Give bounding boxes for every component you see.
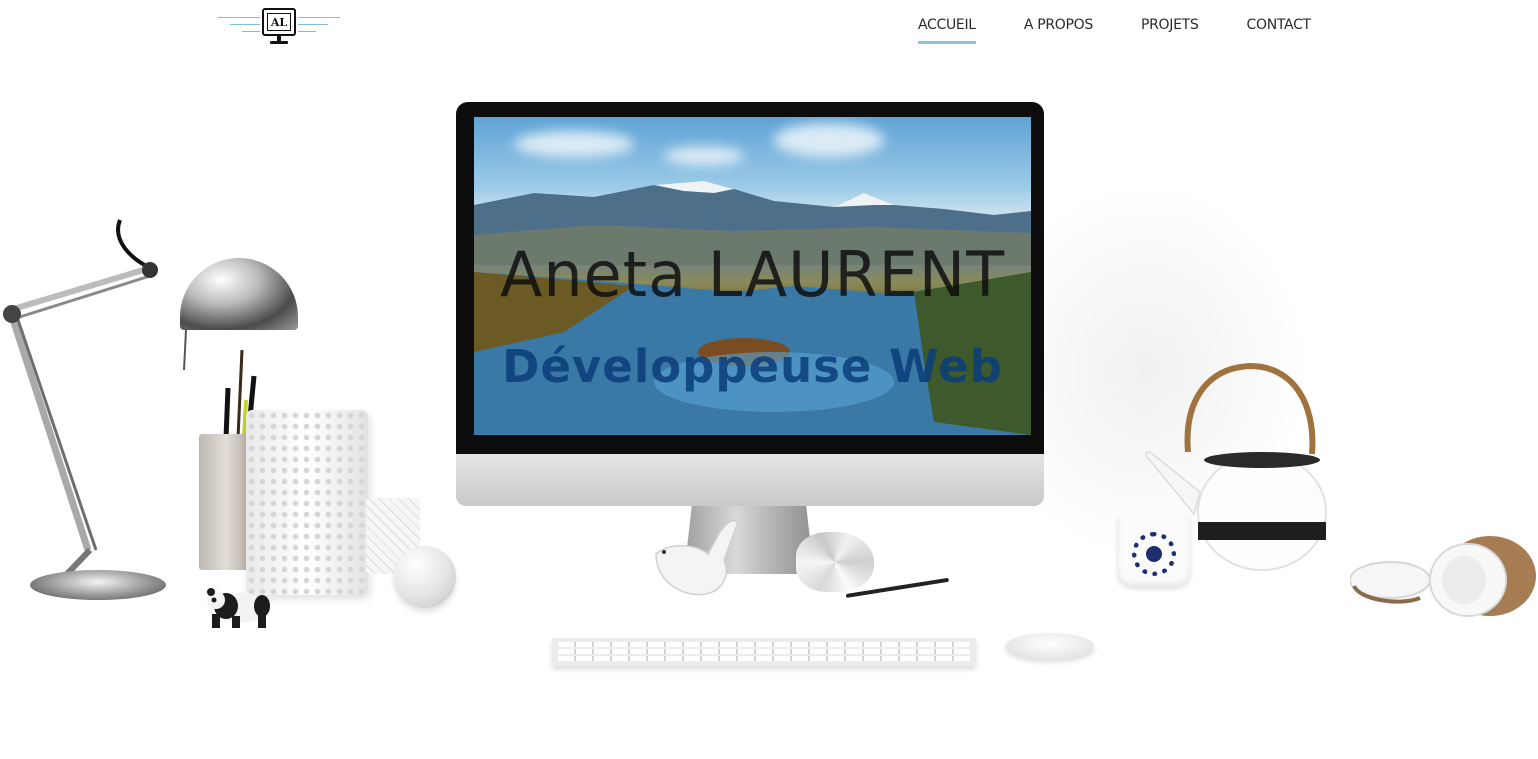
logo-text: AL bbox=[267, 13, 291, 31]
logo-monitor-foot bbox=[270, 41, 288, 44]
imac-chin bbox=[456, 454, 1044, 506]
bird-figurine bbox=[655, 520, 739, 596]
logo-line-right-top bbox=[298, 17, 340, 18]
main-nav: ACCUEIL A PROPOS PROJETS CONTACT bbox=[918, 17, 1359, 44]
keyboard bbox=[552, 638, 976, 666]
panda-figurine bbox=[207, 588, 270, 628]
keyboard-row bbox=[558, 642, 970, 647]
pen-cup bbox=[199, 434, 253, 570]
tea-cup bbox=[1118, 516, 1190, 586]
lamp-base bbox=[30, 570, 166, 600]
nav-contact[interactable]: CONTACT bbox=[1247, 17, 1312, 41]
logo-monitor-icon: AL bbox=[262, 8, 296, 36]
logo[interactable]: AL bbox=[218, 6, 340, 50]
mouse bbox=[1006, 633, 1094, 659]
logo-line-left-bottom bbox=[242, 31, 260, 32]
cloud bbox=[514, 131, 634, 157]
hero-role: Développeuse Web bbox=[502, 340, 1003, 393]
perforated-vase bbox=[246, 410, 368, 595]
nav-a-propos[interactable]: A PROPOS bbox=[1024, 17, 1093, 41]
imac-screen: Aneta LAURENT Développeuse Web bbox=[474, 117, 1031, 435]
crumpled-paper bbox=[796, 532, 874, 592]
headphones-illustration bbox=[1350, 536, 1536, 617]
white-ball bbox=[394, 546, 456, 608]
logo-line-left-top bbox=[218, 17, 260, 18]
cloud bbox=[664, 147, 744, 165]
hero-name: Aneta LAURENT bbox=[499, 238, 1006, 311]
logo-line-left-mid bbox=[230, 24, 260, 25]
flower-pattern-core bbox=[1146, 546, 1162, 562]
nav-projets[interactable]: PROJETS bbox=[1141, 17, 1199, 41]
logo-line-right-bottom bbox=[298, 31, 316, 32]
cloud bbox=[774, 123, 884, 157]
nav-accueil[interactable]: ACCUEIL bbox=[918, 17, 976, 44]
keyboard-row bbox=[558, 649, 970, 654]
keyboard-row bbox=[558, 656, 970, 661]
logo-line-right-mid bbox=[298, 24, 328, 25]
